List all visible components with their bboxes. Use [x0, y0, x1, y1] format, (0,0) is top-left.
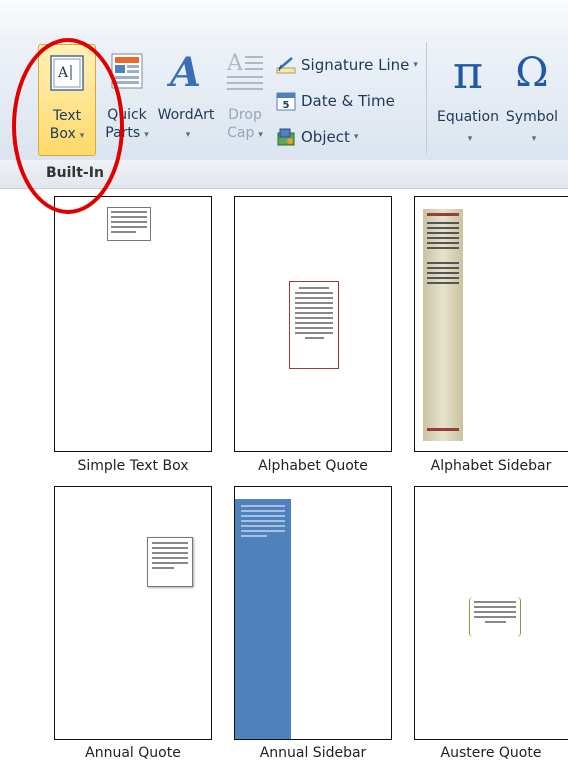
drop-cap-label-1: Drop	[228, 107, 262, 123]
signature-pen-icon	[276, 57, 296, 74]
drop-cap-button[interactable]: A Drop Cap ▾	[218, 44, 272, 156]
gallery-item-austere-quote[interactable]	[414, 486, 568, 740]
alphabet-sidebar-preview	[423, 209, 463, 441]
ribbon-tab-strip	[0, 0, 568, 38]
wordart-dropdown-icon: ▾	[185, 130, 191, 140]
symbol-button[interactable]: Ω Symbol ▾	[504, 44, 560, 156]
quick-parts-dropdown-icon: ▾	[144, 130, 149, 140]
alphabet-quote-preview	[289, 281, 339, 369]
wordart-label: WordArt	[157, 107, 215, 123]
drop-cap-icon: A	[226, 51, 263, 90]
caption-annual-quote: Annual Quote	[85, 745, 181, 761]
object-dropdown-icon: ▾	[353, 132, 359, 142]
caption-austere-quote: Austere Quote	[440, 745, 542, 761]
annotation-circle	[12, 38, 124, 214]
ribbon-separator	[426, 42, 427, 154]
equation-dropdown-icon: ▾	[467, 134, 473, 144]
signature-line-dropdown-icon: ▾	[413, 60, 418, 70]
caption-annual-sidebar: Annual Sidebar	[259, 745, 367, 761]
equation-button[interactable]: π Equation ▾	[434, 44, 502, 156]
svg-text:A: A	[166, 49, 201, 92]
gallery-item-annual-sidebar[interactable]	[234, 486, 392, 740]
date-time-label: Date & Time	[301, 92, 395, 110]
wordart-button[interactable]: A WordArt ▾	[156, 44, 216, 156]
date-time-button[interactable]: 5 Date & Time	[276, 88, 395, 114]
calendar-day: 5	[283, 100, 290, 111]
gallery-item-alphabet-sidebar[interactable]	[414, 196, 568, 452]
wordart-icon: A	[166, 49, 201, 92]
object-label: Object	[301, 128, 350, 146]
drop-cap-label-2: Cap	[227, 125, 255, 141]
object-button[interactable]: Object ▾	[276, 124, 358, 150]
omega-icon: Ω	[515, 50, 549, 96]
simple-text-box-preview	[107, 207, 151, 241]
caption-alphabet-sidebar: Alphabet Sidebar	[430, 458, 552, 474]
annual-quote-preview	[147, 537, 193, 587]
pi-icon: π	[452, 45, 484, 99]
caption-alphabet-quote: Alphabet Quote	[258, 458, 368, 474]
svg-text:A: A	[226, 51, 244, 76]
object-icon	[277, 128, 295, 146]
austere-quote-preview	[469, 597, 521, 637]
gallery-item-simple-text-box[interactable]	[54, 196, 212, 452]
annual-sidebar-preview	[235, 499, 291, 739]
equation-label: Equation	[436, 109, 499, 125]
symbol-dropdown-icon: ▾	[531, 134, 537, 144]
gallery-item-annual-quote[interactable]	[54, 486, 212, 740]
calendar-icon: 5	[276, 92, 296, 111]
signature-line-label: Signature Line	[301, 56, 410, 74]
drop-cap-dropdown-icon: ▾	[258, 130, 263, 140]
signature-line-button[interactable]: Signature Line ▾	[276, 52, 418, 78]
symbol-label: Symbol	[505, 109, 559, 125]
caption-simple-text-box: Simple Text Box	[77, 458, 189, 474]
gallery-item-alphabet-quote[interactable]	[234, 196, 392, 452]
